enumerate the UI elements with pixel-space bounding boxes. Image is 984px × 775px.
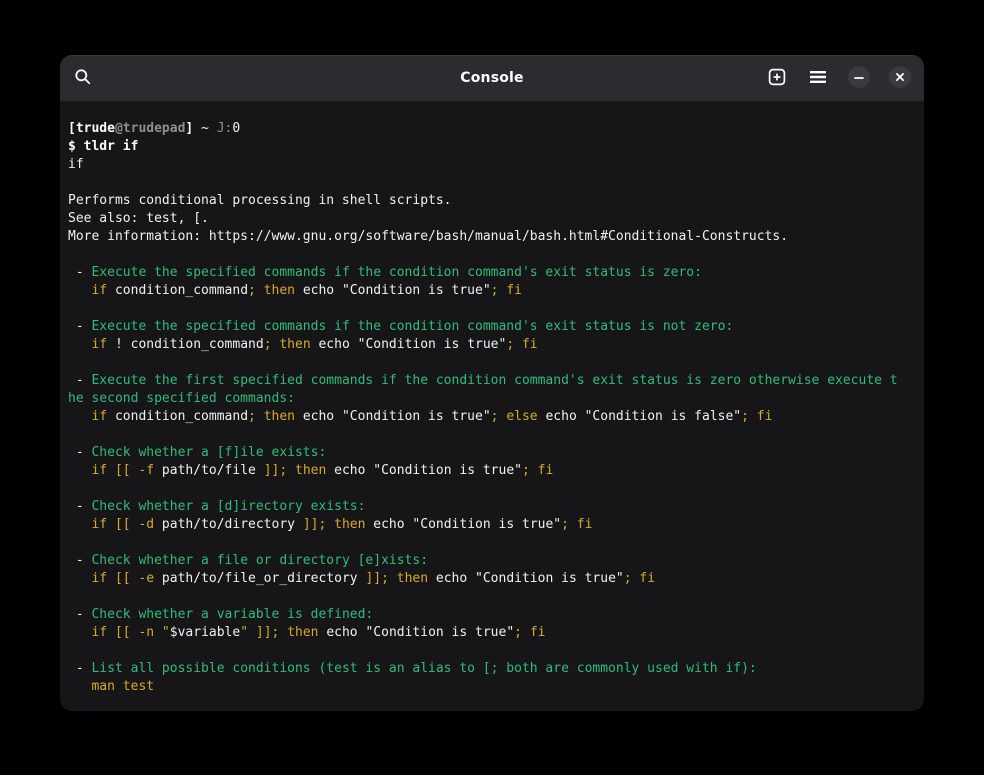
terminal-output[interactable]: [trude@trudepad] ~ J:0$ tldr ifif Perform… — [60, 101, 924, 696]
terminal-line — [68, 174, 916, 192]
menu-button[interactable] — [803, 63, 833, 93]
terminal-line: - Execute the specified commands if the … — [68, 264, 916, 282]
terminal-line: - Check whether a [f]ile exists: — [68, 444, 916, 462]
terminal-line: if [[ -e path/to/file_or_directory ]]; t… — [68, 570, 916, 588]
terminal-line: - Execute the specified commands if the … — [68, 318, 916, 336]
minimize-icon — [847, 65, 871, 92]
terminal-line: See also: test, [. — [68, 210, 916, 228]
search-icon — [72, 66, 94, 91]
terminal-line — [68, 354, 916, 372]
terminal-line: [trude@trudepad] ~ J:0 — [68, 120, 916, 138]
close-icon — [888, 65, 912, 92]
close-button[interactable] — [885, 63, 915, 93]
window-controls — [762, 63, 915, 93]
terminal-line: - Check whether a [d]irectory exists: — [68, 498, 916, 516]
terminal-line: - Check whether a variable is defined: — [68, 606, 916, 624]
terminal-line: if [[ -n "$variable" ]]; then echo "Cond… — [68, 624, 916, 642]
hamburger-menu-icon — [807, 66, 829, 91]
terminal-line — [68, 588, 916, 606]
terminal-line: - Execute the first specified commands i… — [68, 372, 916, 390]
terminal-line: if [[ -f path/to/file ]]; then echo "Con… — [68, 462, 916, 480]
terminal-line — [68, 426, 916, 444]
search-button[interactable] — [68, 63, 98, 93]
new-tab-icon — [766, 66, 788, 91]
terminal-line: - Check whether a file or directory [e]x… — [68, 552, 916, 570]
terminal-line — [68, 300, 916, 318]
terminal-line: More information: https://www.gnu.org/so… — [68, 228, 916, 246]
console-window: Console — [60, 55, 924, 711]
terminal-line: - List all possible conditions (test is … — [68, 660, 916, 678]
terminal-line: if ! condition_command; then echo "Condi… — [68, 336, 916, 354]
minimize-button[interactable] — [844, 63, 874, 93]
terminal-line — [68, 246, 916, 264]
terminal-line: he second specified commands: — [68, 390, 916, 408]
titlebar: Console — [60, 55, 924, 101]
window-title: Console — [460, 70, 524, 86]
terminal-line — [68, 642, 916, 660]
terminal-line: $ tldr if — [68, 138, 916, 156]
terminal-line: if condition_command; then echo "Conditi… — [68, 282, 916, 300]
terminal-line: Performs conditional processing in shell… — [68, 192, 916, 210]
terminal-line — [68, 480, 916, 498]
terminal-line: if condition_command; then echo "Conditi… — [68, 408, 916, 426]
new-tab-button[interactable] — [762, 63, 792, 93]
terminal-line — [68, 534, 916, 552]
terminal-line: if — [68, 156, 916, 174]
terminal-line: if [[ -d path/to/directory ]]; then echo… — [68, 516, 916, 534]
terminal-line: man test — [68, 678, 916, 696]
